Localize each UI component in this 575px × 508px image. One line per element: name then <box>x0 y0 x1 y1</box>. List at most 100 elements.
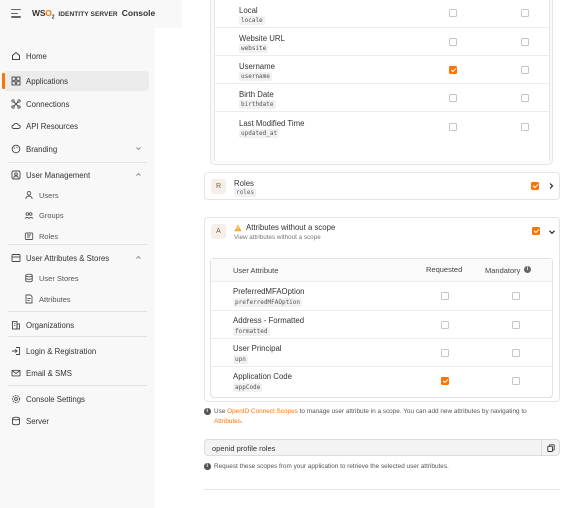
attribute-label: Application Code <box>233 372 292 381</box>
chevron-right-icon[interactable] <box>547 182 555 190</box>
scopes-hint: i Request these scopes from your applica… <box>204 462 544 472</box>
mandatory-checkbox[interactable] <box>512 349 520 357</box>
sidebar-item-attributes[interactable]: Attributes <box>18 289 149 309</box>
requested-checkbox[interactable] <box>449 66 457 74</box>
openid-connect-scopes-link[interactable]: OpenID Connect Scopes <box>227 408 298 415</box>
roles-scope-card[interactable]: R Roles roles <box>204 172 560 200</box>
sidebar-item-label: User Stores <box>39 273 79 283</box>
table-row: Birth Date birthdate <box>215 84 549 112</box>
roles-code: roles <box>234 188 257 197</box>
chevron-up-icon <box>136 255 141 259</box>
column-header-requested: Requested <box>426 265 463 274</box>
sidebar-divider <box>8 336 147 337</box>
mandatory-checkbox[interactable] <box>521 123 529 131</box>
roles-avatar: R <box>211 179 226 194</box>
mandatory-checkbox[interactable] <box>521 66 529 74</box>
mandatory-checkbox[interactable] <box>512 292 520 300</box>
sidebar-item-home[interactable]: Home <box>3 46 149 66</box>
database-icon <box>24 273 34 283</box>
mandatory-checkbox[interactable] <box>512 377 520 385</box>
chevron-up-icon <box>136 172 141 176</box>
attributes-stores-icon <box>11 253 21 263</box>
attribute-code: formatted <box>233 327 270 336</box>
requested-checkbox[interactable] <box>441 377 449 385</box>
sidebar-item-user-attributes-stores[interactable]: User Attributes & Stores <box>3 248 149 268</box>
scopes-value: openid profile roles <box>212 444 276 453</box>
scopes-field[interactable]: openid profile roles <box>204 439 560 456</box>
building-icon <box>11 320 21 330</box>
brand-logo[interactable]: WSO2 IDENTITY SERVER Console <box>32 8 155 21</box>
table-row: User Principal upn <box>211 339 552 367</box>
sidebar-item-organizations[interactable]: Organizations <box>3 315 149 335</box>
attributes-without-scope-subtitle: View attributes without a scope <box>234 234 321 241</box>
attribute-code: upn <box>233 355 248 364</box>
warning-icon <box>234 224 242 232</box>
sidebar-item-label: Organizations <box>26 320 75 330</box>
mandatory-checkbox[interactable] <box>521 94 529 102</box>
attribute-label: Birth Date <box>239 90 274 99</box>
mandatory-checkbox[interactable] <box>521 38 529 46</box>
attribute-code: birthdate <box>239 100 276 109</box>
sidebar-item-applications[interactable]: Applications <box>2 71 149 91</box>
chevron-down-icon[interactable] <box>548 228 556 236</box>
attribute-code: locale <box>239 16 265 25</box>
roles-icon <box>24 231 34 241</box>
requested-checkbox[interactable] <box>449 123 457 131</box>
table-row: PreferredMFAOption preferredMFAOption <box>211 282 552 311</box>
requested-checkbox[interactable] <box>449 94 457 102</box>
mandatory-checkbox[interactable] <box>512 321 520 329</box>
sidebar-item-label: Applications <box>26 76 69 86</box>
info-text-end: . <box>241 417 243 425</box>
info-icon[interactable]: i <box>524 266 531 273</box>
table-row: Last Modified Time updated_at <box>215 112 549 162</box>
info-text-part: to manage user attribute in a scope. You… <box>299 408 527 415</box>
attributes-icon <box>24 294 34 304</box>
sidebar-item-user-stores[interactable]: User Stores <box>18 268 149 288</box>
sidebar-item-label: API Resources <box>26 121 79 131</box>
requested-checkbox[interactable] <box>441 321 449 329</box>
attribute-label: User Principal <box>233 344 282 353</box>
mandatory-checkbox[interactable] <box>521 9 529 17</box>
sidebar-item-users[interactable]: Users <box>18 185 149 205</box>
scopes-hint-text: Request these scopes from your applicati… <box>214 463 449 470</box>
sidebar-item-email-sms[interactable]: Email & SMS <box>3 363 149 383</box>
column-header-mandatory: Mandatory <box>485 266 521 275</box>
sidebar-item-server[interactable]: Server <box>3 411 149 431</box>
chevron-down-icon <box>136 147 141 151</box>
sidebar-item-user-management[interactable]: User Management <box>3 165 149 185</box>
sidebar-item-groups[interactable]: Groups <box>18 205 149 225</box>
sidebar-item-label: Console Settings <box>26 394 85 404</box>
sidebar-item-label: Email & SMS <box>26 368 72 378</box>
sidebar-item-login-registration[interactable]: Login & Registration <box>3 341 149 361</box>
requested-checkbox[interactable] <box>449 9 457 17</box>
requested-checkbox[interactable] <box>441 349 449 357</box>
profile-scope-panel: Local locale Website URL website Usernam… <box>210 0 553 165</box>
attribute-label: Last Modified Time <box>239 119 305 128</box>
attributes-scope-checkbox[interactable] <box>532 227 540 235</box>
attribute-code: updated_at <box>239 129 280 138</box>
hamburger-menu-icon[interactable] <box>11 9 21 18</box>
requested-checkbox[interactable] <box>441 292 449 300</box>
sidebar-item-roles[interactable]: Roles <box>18 226 149 246</box>
roles-scope-checkbox[interactable] <box>531 182 539 190</box>
settings-icon <box>11 394 21 404</box>
attribute-label: Website URL <box>239 34 285 43</box>
attribute-code: preferredMFAOption <box>233 298 303 307</box>
top-bar: WSO2 IDENTITY SERVER Console <box>0 0 182 28</box>
sidebar-item-api-resources[interactable]: API Resources <box>3 116 149 136</box>
copy-button[interactable] <box>541 440 559 455</box>
sidebar-item-connections[interactable]: Connections <box>3 94 149 114</box>
console-label: Console <box>121 8 156 18</box>
requested-checkbox[interactable] <box>449 38 457 46</box>
sidebar-item-label: Home <box>26 51 47 61</box>
sidebar-item-branding[interactable]: Branding <box>3 139 149 159</box>
sidebar-divider <box>8 311 147 312</box>
sidebar-item-console-settings[interactable]: Console Settings <box>3 389 149 409</box>
info-icon: i <box>204 463 211 470</box>
product-name: IDENTITY SERVER <box>58 11 118 18</box>
user-attributes-table: User Attribute Requested Mandatory i Pre… <box>210 258 553 398</box>
group-icon <box>24 210 34 220</box>
attributes-link[interactable]: Attributes <box>214 418 241 425</box>
sidebar-item-label: Attributes <box>39 294 71 304</box>
attribute-code: username <box>239 72 272 81</box>
